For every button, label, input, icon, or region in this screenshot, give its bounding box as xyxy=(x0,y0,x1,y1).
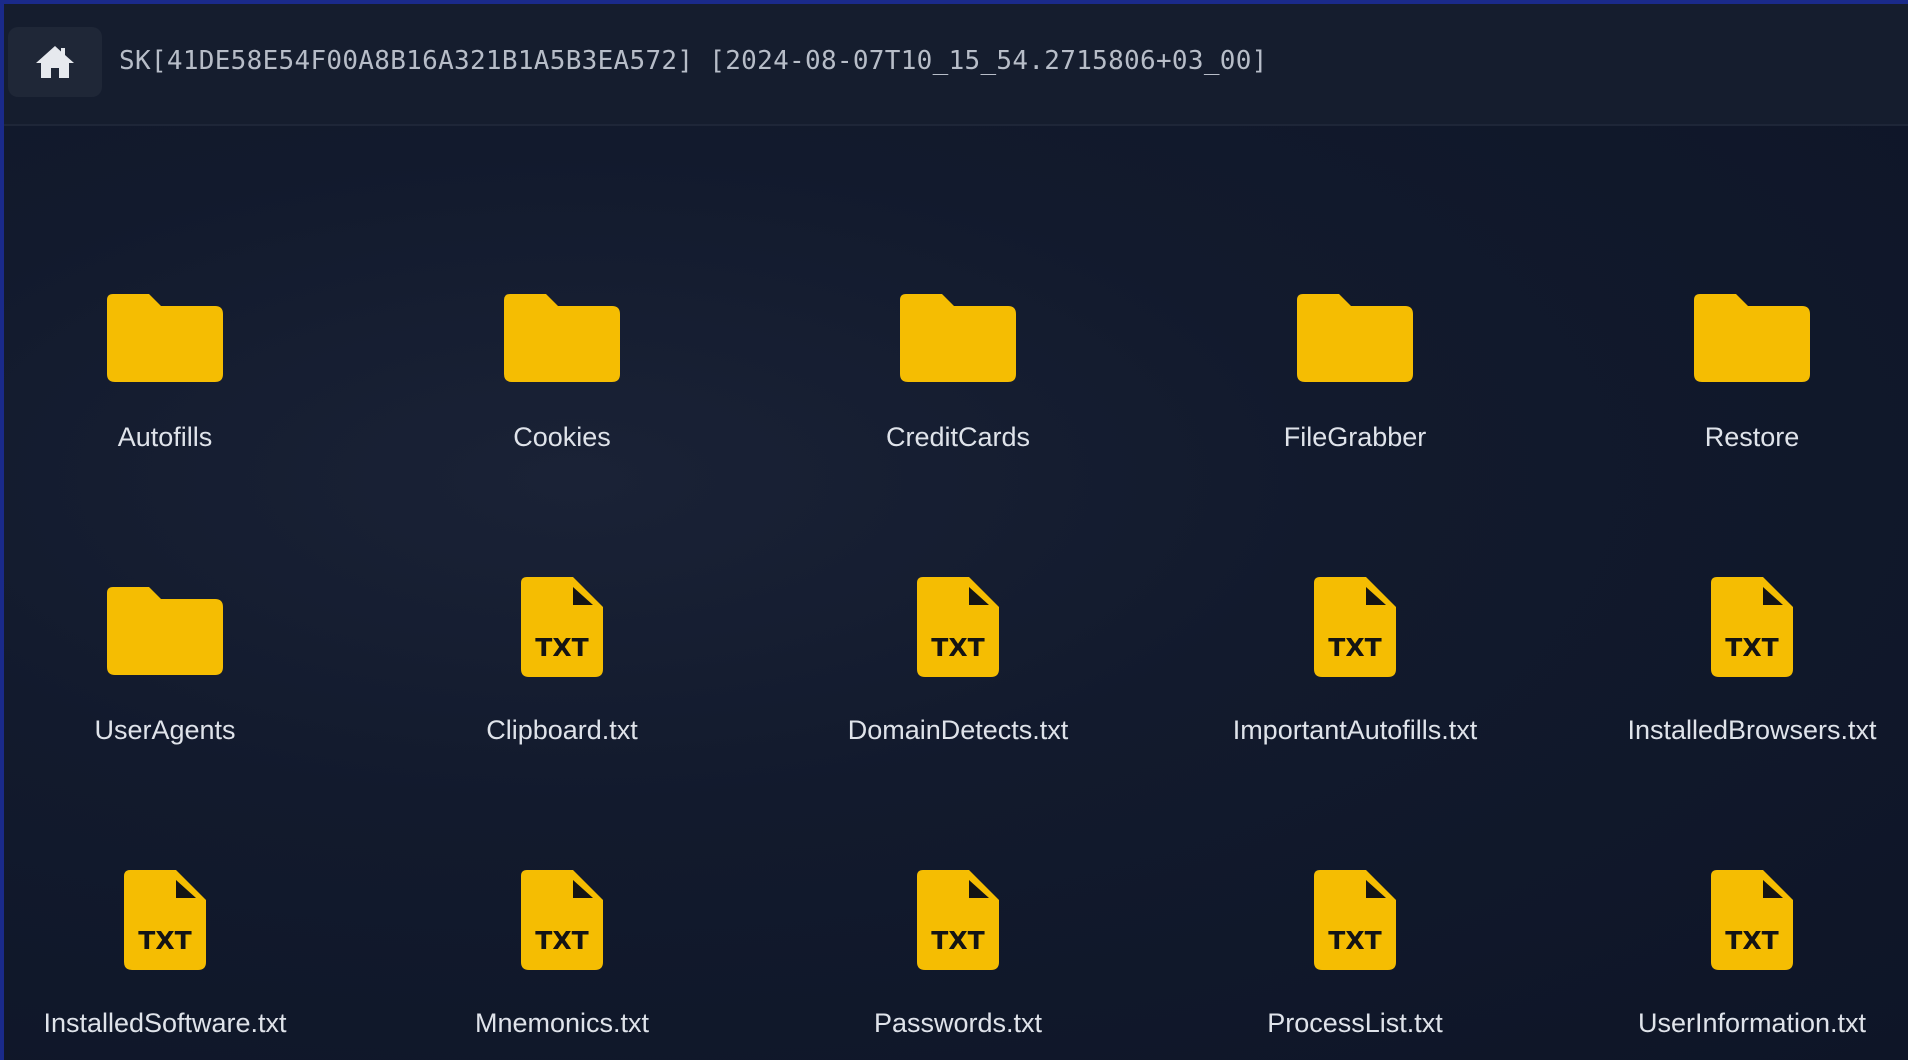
file-type-badge: TXT xyxy=(1725,926,1778,955)
item-label: CreditCards xyxy=(885,422,1031,452)
item-icon-wrap xyxy=(1652,234,1852,384)
file-type-badge: TXT xyxy=(1725,633,1778,662)
item-label: Clipboard.txt xyxy=(486,715,638,745)
folder-icon xyxy=(900,294,1016,382)
file-grid: Autofills Cookies CreditCards FileGrabber Re… xyxy=(4,126,1908,1060)
item-icon-wrap: TXT xyxy=(858,820,1058,970)
file-item[interactable]: TXT ImportantAutofills.txt xyxy=(1195,527,1515,787)
item-icon-wrap: TXT xyxy=(858,527,1058,677)
item-label: Cookies xyxy=(513,422,611,452)
item-icon-wrap: TXT xyxy=(1255,527,1455,677)
item-label: Passwords.txt xyxy=(873,1008,1043,1038)
item-icon-wrap xyxy=(65,234,265,384)
file-type-badge: TXT xyxy=(1328,926,1381,955)
item-icon-wrap xyxy=(462,234,662,384)
item-label: ProcessList.txt xyxy=(1267,1008,1443,1038)
folder-icon xyxy=(1694,294,1810,382)
txt-file-icon: TXT xyxy=(917,870,999,970)
path-bar: SK[41DE58E54F00A8B16A321B1A5B3EA572] [20… xyxy=(4,4,1908,126)
folder-icon xyxy=(107,587,223,675)
folder-icon xyxy=(504,294,620,382)
file-item[interactable]: TXT DomainDetects.txt xyxy=(798,527,1118,787)
folder-icon xyxy=(1297,294,1413,382)
folder-icon xyxy=(107,294,223,382)
item-label: ImportantAutofills.txt xyxy=(1232,715,1478,745)
current-path: SK[41DE58E54F00A8B16A321B1A5B3EA572] [20… xyxy=(119,46,1268,76)
file-item[interactable]: TXT ProcessList.txt xyxy=(1195,820,1515,1060)
item-icon-wrap: TXT xyxy=(65,820,265,970)
item-icon-wrap: TXT xyxy=(1652,820,1852,970)
home-icon xyxy=(36,46,74,78)
file-type-badge: TXT xyxy=(931,926,984,955)
item-label: Mnemonics.txt xyxy=(474,1008,650,1038)
item-label: Restore xyxy=(1704,422,1800,452)
item-icon-wrap: TXT xyxy=(462,820,662,970)
folder-item[interactable]: FileGrabber xyxy=(1195,234,1515,494)
item-icon-wrap xyxy=(65,527,265,677)
item-label: InstalledSoftware.txt xyxy=(43,1008,287,1038)
txt-file-icon: TXT xyxy=(1314,870,1396,970)
file-item[interactable]: TXT UserInformation.txt xyxy=(1592,820,1908,1060)
item-label: FileGrabber xyxy=(1283,422,1427,452)
file-item[interactable]: TXT Mnemonics.txt xyxy=(402,820,722,1060)
file-type-badge: TXT xyxy=(931,633,984,662)
txt-file-icon: TXT xyxy=(1711,577,1793,677)
item-label: Autofills xyxy=(117,422,213,452)
folder-item[interactable]: UserAgents xyxy=(5,527,325,787)
txt-file-icon: TXT xyxy=(521,870,603,970)
txt-file-icon: TXT xyxy=(521,577,603,677)
folder-item[interactable]: CreditCards xyxy=(798,234,1118,494)
folder-item[interactable]: Autofills xyxy=(5,234,325,494)
file-type-badge: TXT xyxy=(138,926,191,955)
item-label: UserAgents xyxy=(94,715,236,745)
file-item[interactable]: TXT Passwords.txt xyxy=(798,820,1118,1060)
item-icon-wrap xyxy=(858,234,1058,384)
item-icon-wrap: TXT xyxy=(462,527,662,677)
file-type-badge: TXT xyxy=(535,926,588,955)
item-icon-wrap: TXT xyxy=(1255,820,1455,970)
txt-file-icon: TXT xyxy=(1314,577,1396,677)
txt-file-icon: TXT xyxy=(124,870,206,970)
file-item[interactable]: TXT Clipboard.txt xyxy=(402,527,722,787)
file-type-badge: TXT xyxy=(1328,633,1381,662)
file-browser-window: SK[41DE58E54F00A8B16A321B1A5B3EA572] [20… xyxy=(0,0,1908,1060)
txt-file-icon: TXT xyxy=(1711,870,1793,970)
folder-item[interactable]: Cookies xyxy=(402,234,722,494)
item-label: UserInformation.txt xyxy=(1637,1008,1867,1038)
txt-file-icon: TXT xyxy=(917,577,999,677)
item-icon-wrap xyxy=(1255,234,1455,384)
item-icon-wrap: TXT xyxy=(1652,527,1852,677)
item-label: DomainDetects.txt xyxy=(847,715,1069,745)
folder-item[interactable]: Restore xyxy=(1592,234,1908,494)
file-item[interactable]: TXT InstalledBrowsers.txt xyxy=(1592,527,1908,787)
item-label: InstalledBrowsers.txt xyxy=(1627,715,1877,745)
file-item[interactable]: TXT InstalledSoftware.txt xyxy=(5,820,325,1060)
home-button[interactable] xyxy=(8,27,102,97)
file-type-badge: TXT xyxy=(535,633,588,662)
